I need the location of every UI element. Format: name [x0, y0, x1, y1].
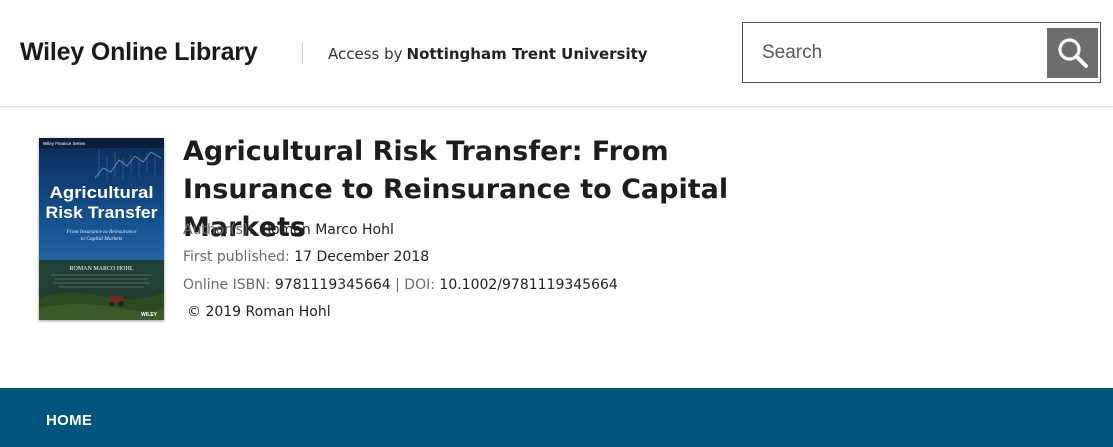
cover-series: Wiley Finance Series: [43, 141, 86, 146]
cover-author: ROMAN MARCO HOHL: [69, 266, 133, 272]
cover-title-line2: Risk Transfer: [46, 203, 158, 222]
header-divider: [302, 42, 303, 64]
book-authors: Author(s): Roman Marco Hohl: [183, 222, 394, 238]
isbn-label: Online ISBN:: [183, 277, 271, 293]
doi-value[interactable]: 10.1002/9781119345664: [439, 277, 617, 293]
site-nav-bar: HOME: [0, 388, 1113, 447]
cover-title-line1: Agricultural: [50, 183, 154, 202]
book-cover[interactable]: Wiley Finance Series Agricultural Risk T…: [39, 138, 164, 320]
institution-name: Nottingham Trent University: [406, 45, 648, 63]
book-cover-image: Wiley Finance Series Agricultural Risk T…: [39, 138, 164, 320]
isbn-value: 9781119345664: [274, 277, 391, 293]
author-link[interactable]: Roman Marco Hohl: [262, 222, 394, 238]
site-header: Wiley Online Library Access by Nottingham…: [0, 0, 1113, 107]
access-label: Access by: [328, 45, 403, 63]
search-box: [742, 22, 1101, 83]
search-input[interactable]: [743, 23, 1043, 82]
doi-label: DOI:: [404, 277, 435, 293]
nav-home-link[interactable]: HOME: [46, 412, 92, 429]
identifier-separator: |: [395, 277, 400, 293]
book-copyright: © 2019 Roman Hohl: [187, 304, 331, 320]
institution-access: Access by Nottingham Trent University: [328, 45, 648, 63]
cover-subtitle-line2: to Capital Markets: [81, 236, 123, 242]
book-identifiers: Online ISBN: 9781119345664 | DOI: 10.100…: [183, 277, 618, 293]
cover-publisher: WILEY: [141, 312, 157, 318]
published-date: 17 December 2018: [294, 249, 430, 265]
site-logo[interactable]: Wiley Online Library: [20, 38, 258, 67]
published-label: First published:: [183, 249, 290, 265]
book-published: First published: 17 December 2018: [183, 249, 429, 265]
authors-label: Author(s):: [183, 222, 254, 238]
search-button[interactable]: [1047, 28, 1098, 78]
search-icon: [1057, 38, 1088, 68]
cover-subtitle-line1: From Insurance to Reinsurance: [66, 229, 137, 235]
